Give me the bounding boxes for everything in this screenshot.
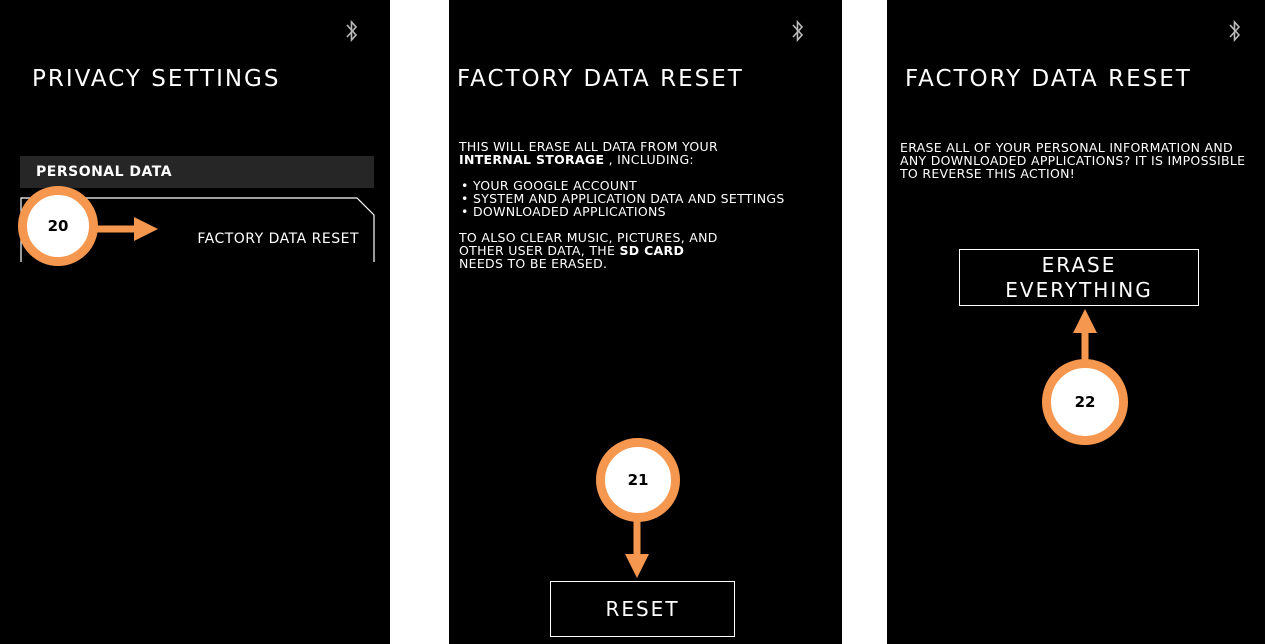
data-list: YOUR GOOGLE ACCOUNT SYSTEM AND APPLICATI… <box>459 179 834 218</box>
page-title: FACTORY DATA RESET <box>905 66 1192 92</box>
intro-rest-text: , INCLUDING: <box>604 152 694 167</box>
reset-description: THIS WILL ERASE ALL DATA FROM YOUR INTER… <box>459 140 834 270</box>
outro-line-3: NEEDS TO BE ERASED. <box>459 256 608 271</box>
confirm-reset-screen: FACTORY DATA RESET ERASE ALL OF YOUR PER… <box>887 0 1265 644</box>
arrow-right-icon <box>96 217 158 241</box>
internal-storage-text: INTERNAL STORAGE <box>459 152 605 167</box>
bluetooth-icon <box>1229 19 1241 43</box>
privacy-settings-screen: PRIVACY SETTINGS PERSONAL DATA FACTORY D… <box>0 0 390 644</box>
factory-data-reset-label: FACTORY DATA RESET <box>197 231 359 247</box>
section-header-personal-data: PERSONAL DATA <box>20 156 374 188</box>
bluetooth-icon <box>792 19 804 43</box>
page-title: PRIVACY SETTINGS <box>32 66 281 92</box>
button-line-1: ERASE <box>1041 253 1117 277</box>
sd-card-text: SD CARD <box>619 243 685 258</box>
intro-line-2: INTERNAL STORAGE , INCLUDING: <box>459 153 834 166</box>
button-line-2: EVERYTHING <box>1005 278 1153 302</box>
bluetooth-icon <box>346 19 358 43</box>
arrow-down-icon <box>625 520 649 578</box>
factory-data-reset-screen: FACTORY DATA RESET THIS WILL ERASE ALL D… <box>449 0 842 644</box>
erase-everything-button[interactable]: ERASE EVERYTHING <box>959 249 1199 306</box>
reset-button[interactable]: RESET <box>550 581 735 637</box>
confirm-message: ERASE ALL OF YOUR PERSONAL INFORMATION A… <box>900 140 1246 181</box>
step-badge-22: 22 <box>1042 359 1128 445</box>
list-item: DOWNLOADED APPLICATIONS <box>459 205 834 218</box>
step-badge-21: 21 <box>596 438 680 522</box>
page-title: FACTORY DATA RESET <box>457 66 744 92</box>
step-badge-20: 20 <box>18 186 98 266</box>
